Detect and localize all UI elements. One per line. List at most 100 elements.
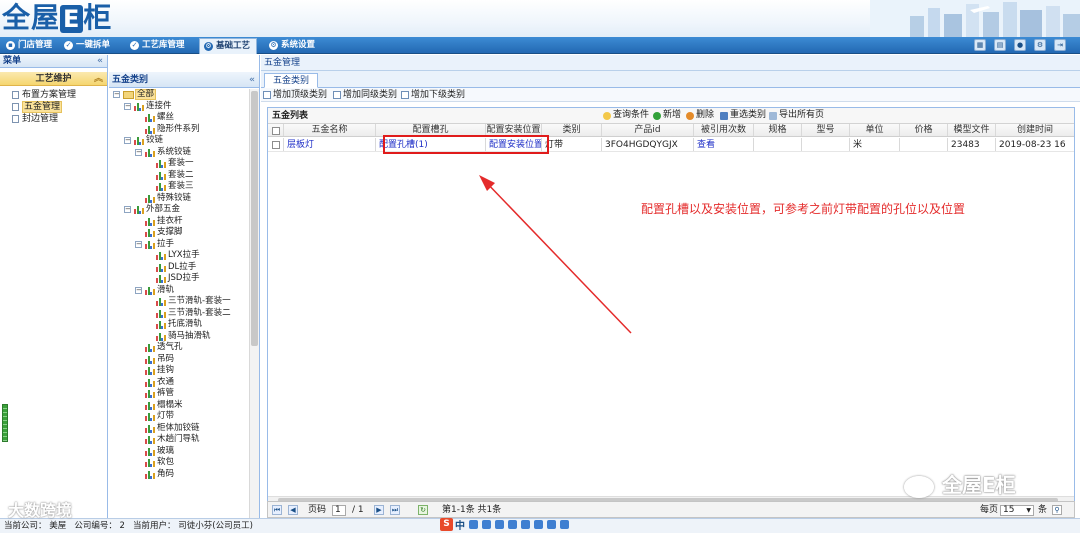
- tree-node[interactable]: 木趟门导轨: [109, 434, 249, 446]
- collapse-icon[interactable]: «: [97, 55, 103, 68]
- cell-name[interactable]: 层板灯: [284, 138, 376, 151]
- refresh-icon[interactable]: ↻: [418, 505, 428, 515]
- tree-node[interactable]: 骑马抽滑轨: [109, 331, 249, 343]
- select-all-checkbox[interactable]: [268, 124, 284, 136]
- section-craft-maintenance[interactable]: 工艺维护 ︽: [0, 72, 107, 86]
- col-product-id[interactable]: 产品id: [602, 124, 694, 136]
- tree-node[interactable]: 吊码: [109, 354, 249, 366]
- collapse-icon[interactable]: «: [249, 72, 255, 88]
- tree-node[interactable]: 螺丝: [109, 112, 249, 124]
- page-input[interactable]: 1: [332, 505, 346, 516]
- col-model-file[interactable]: 模型文件: [948, 124, 996, 136]
- col-created[interactable]: 创建时间: [996, 124, 1074, 136]
- document-icon[interactable]: ▤: [994, 39, 1006, 51]
- tree-node[interactable]: − 滑轨: [109, 285, 249, 297]
- punctuation-icon[interactable]: [482, 520, 491, 529]
- tree-node[interactable]: 套装一: [109, 158, 249, 170]
- query-button[interactable]: 查询条件: [603, 109, 649, 122]
- nav-tab-basic-craft[interactable]: ⚙ 基础工艺: [199, 38, 258, 54]
- collapse-toggle-icon[interactable]: −: [135, 148, 142, 156]
- per-page-select[interactable]: 15 ▼: [1000, 505, 1034, 516]
- tree-node[interactable]: 软包: [109, 457, 249, 469]
- tree-node[interactable]: − 铰链: [109, 135, 249, 147]
- add-top-category-button[interactable]: 增加顶级类别: [263, 89, 327, 101]
- tree-node[interactable]: 裤管: [109, 388, 249, 400]
- user-icon[interactable]: [534, 520, 543, 529]
- tree-node[interactable]: 三节滑轨-套装二: [109, 308, 249, 320]
- moon-icon[interactable]: [469, 520, 478, 529]
- col-price[interactable]: 价格: [900, 124, 948, 136]
- tree-node[interactable]: − 全部: [109, 89, 249, 101]
- col-spec[interactable]: 规格: [754, 124, 802, 136]
- collapse-toggle-icon[interactable]: −: [135, 286, 142, 294]
- menu-item-layout[interactable]: 布置方案管理: [0, 89, 107, 101]
- last-page-button[interactable]: ⏭: [390, 505, 400, 515]
- tree-node[interactable]: − 拉手: [109, 239, 249, 251]
- collapse-toggle-icon[interactable]: −: [135, 240, 142, 248]
- collapse-toggle-icon[interactable]: −: [124, 137, 131, 144]
- tree-node[interactable]: 玻璃: [109, 446, 249, 458]
- gear-icon[interactable]: ⚙: [1034, 39, 1046, 51]
- col-model[interactable]: 型号: [802, 124, 850, 136]
- nav-tab-craft-library[interactable]: ✓ 工艺库管理: [126, 38, 191, 53]
- menu-item-hardware[interactable]: 五金管理: [0, 101, 107, 113]
- tab-hardware-category[interactable]: 五金类别: [264, 73, 319, 88]
- row-checkbox[interactable]: [268, 138, 284, 151]
- calculator-icon[interactable]: ▦: [974, 39, 986, 51]
- nav-tab-split-order[interactable]: ✓ 一键拆单: [60, 38, 116, 53]
- tree-node[interactable]: 挂钩: [109, 365, 249, 377]
- tree-node[interactable]: 榻榻米: [109, 400, 249, 412]
- tree-node[interactable]: 隐形件系列: [109, 124, 249, 136]
- tree-node[interactable]: 衣通: [109, 377, 249, 389]
- add-child-category-button[interactable]: 增加下级类别: [401, 89, 465, 101]
- side-handle[interactable]: [2, 404, 8, 442]
- tree-node[interactable]: LYX拉手: [109, 250, 249, 262]
- col-ref-count[interactable]: 被引用次数: [694, 124, 754, 136]
- pin-icon[interactable]: ⚲: [1052, 505, 1062, 515]
- reselect-category-button[interactable]: 重选类别: [720, 109, 766, 122]
- add-sibling-category-button[interactable]: 增加同级类别: [333, 89, 397, 101]
- mic-icon[interactable]: [508, 520, 517, 529]
- col-category[interactable]: 类别: [542, 124, 602, 136]
- next-page-button[interactable]: ▶: [374, 505, 384, 515]
- scroll-thumb[interactable]: [251, 91, 258, 346]
- tree-node[interactable]: DL拉手: [109, 262, 249, 274]
- tree-node[interactable]: JSD拉手: [109, 273, 249, 285]
- tree-node[interactable]: 挂衣杆: [109, 216, 249, 228]
- tree-node[interactable]: 角码: [109, 469, 249, 481]
- nav-tab-store[interactable]: ▪ 门店管理: [2, 38, 58, 53]
- tree-node[interactable]: − 系统铰链: [109, 147, 249, 159]
- tree-node[interactable]: 特殊铰链: [109, 193, 249, 205]
- add-button[interactable]: 新增: [653, 109, 681, 122]
- export-button[interactable]: 导出所有页: [769, 109, 824, 122]
- prev-page-button[interactable]: ◀: [288, 505, 298, 515]
- collapse-toggle-icon[interactable]: −: [124, 102, 131, 110]
- first-page-button[interactable]: ⏮: [272, 505, 282, 515]
- col-name[interactable]: 五金名称: [284, 124, 376, 136]
- nav-tab-settings[interactable]: ⚙ 系统设置: [265, 38, 321, 53]
- tree-node[interactable]: 柜体加铰链: [109, 423, 249, 435]
- user-icon[interactable]: ●: [1014, 39, 1026, 51]
- tree-node[interactable]: − 外部五金: [109, 204, 249, 216]
- sogou-icon[interactable]: S: [440, 518, 453, 531]
- col-unit[interactable]: 单位: [850, 124, 900, 136]
- tree-node[interactable]: 套装二: [109, 170, 249, 182]
- tree-node[interactable]: 套装三: [109, 181, 249, 193]
- tree-node[interactable]: 灯带: [109, 411, 249, 423]
- tree-node[interactable]: 托底滑轨: [109, 319, 249, 331]
- collapse-toggle-icon[interactable]: −: [113, 91, 120, 98]
- tree-node[interactable]: 透气孔: [109, 342, 249, 354]
- keyboard-icon[interactable]: [521, 520, 530, 529]
- view-link[interactable]: 查看: [694, 138, 754, 151]
- emoji-icon[interactable]: [495, 520, 504, 529]
- chevron-up-icon[interactable]: ︽: [94, 72, 103, 86]
- menu-item-edge-banding[interactable]: 封边管理: [0, 113, 107, 125]
- tree-node[interactable]: 三节滑轨-套装一: [109, 296, 249, 308]
- shirt-icon[interactable]: [547, 520, 556, 529]
- tree-node[interactable]: 支撑脚: [109, 227, 249, 239]
- exit-icon[interactable]: ⇥: [1054, 39, 1066, 51]
- collapse-toggle-icon[interactable]: −: [124, 206, 131, 213]
- tree-node[interactable]: − 连接件: [109, 101, 249, 113]
- grid-icon[interactable]: [560, 520, 569, 529]
- chinese-mode-icon[interactable]: 中: [455, 517, 465, 532]
